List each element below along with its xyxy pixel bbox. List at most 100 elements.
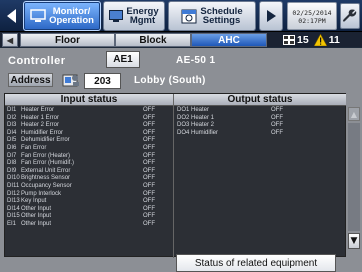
related-equipment-button[interactable]: Status of related equipment [176,254,336,272]
status-row-name: Dehumidifier Error [21,137,70,144]
status-row-code: DO4 [177,129,190,136]
controller-label: Controller [8,55,66,67]
status-row-value: OFF [143,167,155,174]
on-count: 15 [297,34,309,46]
scroll-down-button[interactable]: ▼ [348,233,360,249]
status-row-code: EI1 [7,220,17,227]
top-nav: Monitor/ Operation Energy Mgmt Schedule … [0,0,362,32]
schedule-icon [181,9,197,24]
status-row-code: DO2 [177,114,190,121]
status-row: DI7 Fan Error (Heater) OFF [7,153,171,161]
status-row-name: Humidifier Error [21,129,64,136]
status-row: DO1 Heater OFF [177,107,327,115]
status-row-value: OFF [143,220,155,227]
status-row-value: OFF [143,160,155,167]
status-row-name: External Unit Error [21,167,71,174]
status-row-code: DI8 [7,160,17,167]
energy-icon [109,10,124,22]
maintenance-button[interactable] [340,3,360,29]
input-status-header: Input status [5,94,173,106]
status-row: DI12 Pump Interlock OFF [7,191,171,199]
status-row-value: OFF [143,213,155,220]
play-icon [267,10,276,22]
clock-time: 02:17PM [298,17,326,25]
status-row-name: Humidifier [191,129,219,136]
status-row-code: DI5 [7,137,17,144]
output-status-header: Output status [174,94,346,106]
status-row-value: OFF [143,129,155,136]
address-name: Lobby (South) [134,75,206,86]
status-row-code: DI14 [7,205,20,212]
status-row-code: DI12 [7,190,20,197]
status-row-name: Fan Error (Humidif.) [21,160,75,167]
status-row-code: DI1 [7,107,17,113]
status-row-value: OFF [143,144,155,151]
scroll-track[interactable] [348,123,360,231]
energy-mgmt-label: Energy Mgmt [126,5,159,26]
status-row: DI14 Other Input OFF [7,206,171,214]
status-row: DI13 Key Input OFF [7,198,171,206]
status-row-code: DI7 [7,152,17,159]
status-row-name: Key Input [21,198,47,205]
status-row-name: Heater 1 [191,114,215,121]
scrollbar[interactable]: ▲ ▼ [346,93,360,257]
address-book-icon[interactable] [62,72,80,88]
controller-name: AE-50 1 [176,55,216,66]
status-row-code: DI13 [7,198,20,205]
clock-display: 02/25/2014 02:17PM [287,2,337,30]
tab-block[interactable]: Block [115,33,191,47]
wrench-icon [343,9,357,22]
status-row-value: OFF [143,190,155,197]
column-divider [173,94,174,258]
tab-floor[interactable]: Floor [20,33,115,47]
status-row-value: OFF [143,107,155,113]
next-button[interactable] [259,1,283,31]
tab-back-button[interactable]: ◀ [2,33,18,47]
monitor-operation-button[interactable]: Monitor/ Operation [23,1,101,31]
energy-mgmt-button[interactable]: Energy Mgmt [103,1,165,31]
status-row-code: DI4 [7,129,17,136]
status-row-name: Heater 1 Error [21,114,60,121]
status-row: DI2 Heater 1 Error OFF [7,115,171,123]
alert-count: 11 [328,34,340,46]
status-row-name: Heater Error [21,107,55,113]
status-row: DI10 Brightness Sensor OFF [7,175,171,183]
group-icon [283,35,295,45]
status-row-name: Brightness Sensor [21,175,71,182]
schedule-settings-button[interactable]: Schedule Settings [168,1,256,31]
status-row: DO3 Heater 2 OFF [177,122,327,130]
status-row-code: DI2 [7,114,17,121]
status-row: DI5 Dehumidifier Error OFF [7,137,171,145]
back-button[interactable] [4,1,20,31]
status-row-code: DO3 [177,122,190,129]
output-status-list: DO1 Heater OFF DO2 Heater 1 OFF DO3 Heater 2 OFF… [177,107,327,137]
status-row-name: Other Input [21,213,52,220]
status-row-name: Heater [191,107,210,113]
status-row-value: OFF [143,205,155,212]
status-row-value: OFF [143,152,155,159]
status-row: DO4 Humidifier OFF [177,130,327,138]
tab-ahc[interactable]: AHC [191,33,267,47]
status-row-name: Other Input [21,205,52,212]
clock-date: 02/25/2014 [292,9,332,17]
status-row-name: Other Input [21,220,52,227]
input-status-list: DI1 Heater Error OFF DI2 Heater 1 Error OFF DI… [7,107,171,229]
status-row: DI9 External Unit Error OFF [7,168,171,176]
status-row-name: Fan Error (Heater) [21,152,71,159]
monitor-operation-label: Monitor/ Operation [49,5,94,26]
status-row-value: OFF [143,137,155,144]
status-counts: 15 11 [283,34,340,46]
address-value-box[interactable]: 203 [84,73,121,89]
scroll-up-button[interactable]: ▲ [348,107,360,121]
status-row-value: OFF [143,198,155,205]
status-row: DI15 Other Input OFF [7,213,171,221]
status-row: EI1 Other Input OFF [7,221,171,229]
status-row-value: OFF [143,114,155,121]
status-row-code: DI6 [7,144,17,151]
controller-id-box[interactable]: AE1 [106,51,140,68]
status-row-name: Pump Interlock [21,190,62,197]
status-row: DI1 Heater Error OFF [7,107,171,115]
alert-icon [313,34,327,46]
status-table: Input status Output status DI1 Heater Err… [4,93,346,258]
status-row-value: OFF [271,122,283,129]
